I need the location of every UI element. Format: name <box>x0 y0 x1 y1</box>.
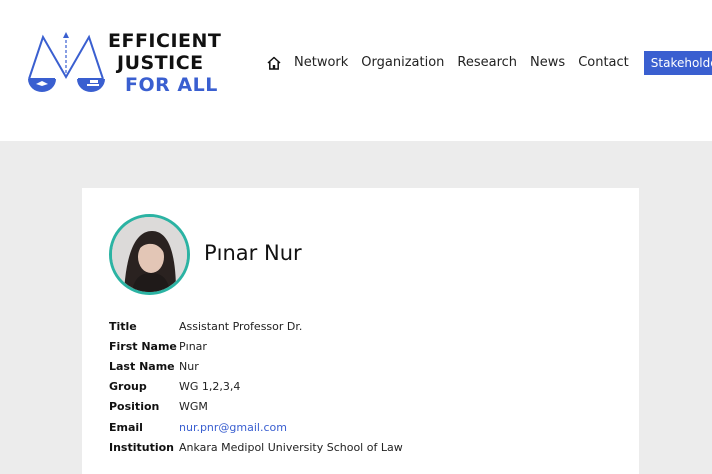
detail-value: WG 1,2,3,4 <box>179 380 241 394</box>
stakeholders-button[interactable]: Stakeholders <box>643 50 712 75</box>
logo-line-3: FOR ALL <box>125 74 218 96</box>
profile-details: Title Assistant Professor Dr. First Name… <box>109 316 403 457</box>
detail-value: Nur <box>179 359 199 373</box>
detail-row-institution: Institution Ankara Medipol University Sc… <box>109 437 403 457</box>
logo-line-2: JUSTICE <box>117 52 204 74</box>
scales-of-justice-logo-icon[interactable] <box>25 31 111 97</box>
site-logo-text[interactable]: EFFICIENT JUSTICE FOR ALL <box>108 30 221 96</box>
detail-row-first-name: First Name Pınar <box>109 336 403 356</box>
detail-row-title: Title Assistant Professor Dr. <box>109 316 403 336</box>
nav-item-network[interactable]: Network <box>294 55 348 70</box>
detail-label: First Name <box>109 339 177 353</box>
detail-label: Last Name <box>109 359 175 373</box>
detail-label: Email <box>109 420 143 434</box>
logo-line-1: EFFICIENT <box>108 30 222 52</box>
profile-name: Pınar Nur <box>204 241 302 265</box>
nav-item-contact[interactable]: Contact <box>578 55 629 70</box>
avatar <box>109 214 190 295</box>
detail-row-last-name: Last Name Nur <box>109 356 403 376</box>
email-link[interactable]: nur.pnr@gmail.com <box>179 421 287 434</box>
detail-label: Position <box>109 400 160 414</box>
detail-label: Title <box>109 319 137 333</box>
detail-value: Assistant Professor Dr. <box>179 319 303 333</box>
detail-row-email: Email nur.pnr@gmail.com <box>109 417 403 437</box>
detail-value: WGM <box>179 400 208 414</box>
detail-label: Institution <box>109 440 175 454</box>
detail-value: Ankara Medipol University School of Law <box>179 440 403 454</box>
home-icon[interactable] <box>266 55 282 71</box>
detail-label: Group <box>109 380 147 394</box>
detail-value: Pınar <box>179 339 207 353</box>
main-nav: Network Organization Research News Conta… <box>266 50 712 75</box>
nav-item-research[interactable]: Research <box>457 55 517 70</box>
nav-item-organization[interactable]: Organization <box>361 55 444 70</box>
detail-row-group: Group WG 1,2,3,4 <box>109 377 403 397</box>
profile-card: Pınar Nur Title Assistant Professor Dr. … <box>82 188 639 474</box>
detail-row-position: Position WGM <box>109 397 403 417</box>
nav-item-news[interactable]: News <box>530 55 565 70</box>
site-header: EFFICIENT JUSTICE FOR ALL Network Organi… <box>0 0 712 141</box>
